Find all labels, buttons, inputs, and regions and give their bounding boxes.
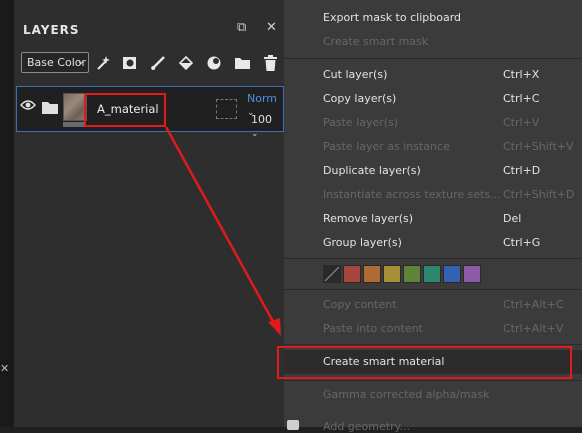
annotation-arrow [164,126,281,336]
